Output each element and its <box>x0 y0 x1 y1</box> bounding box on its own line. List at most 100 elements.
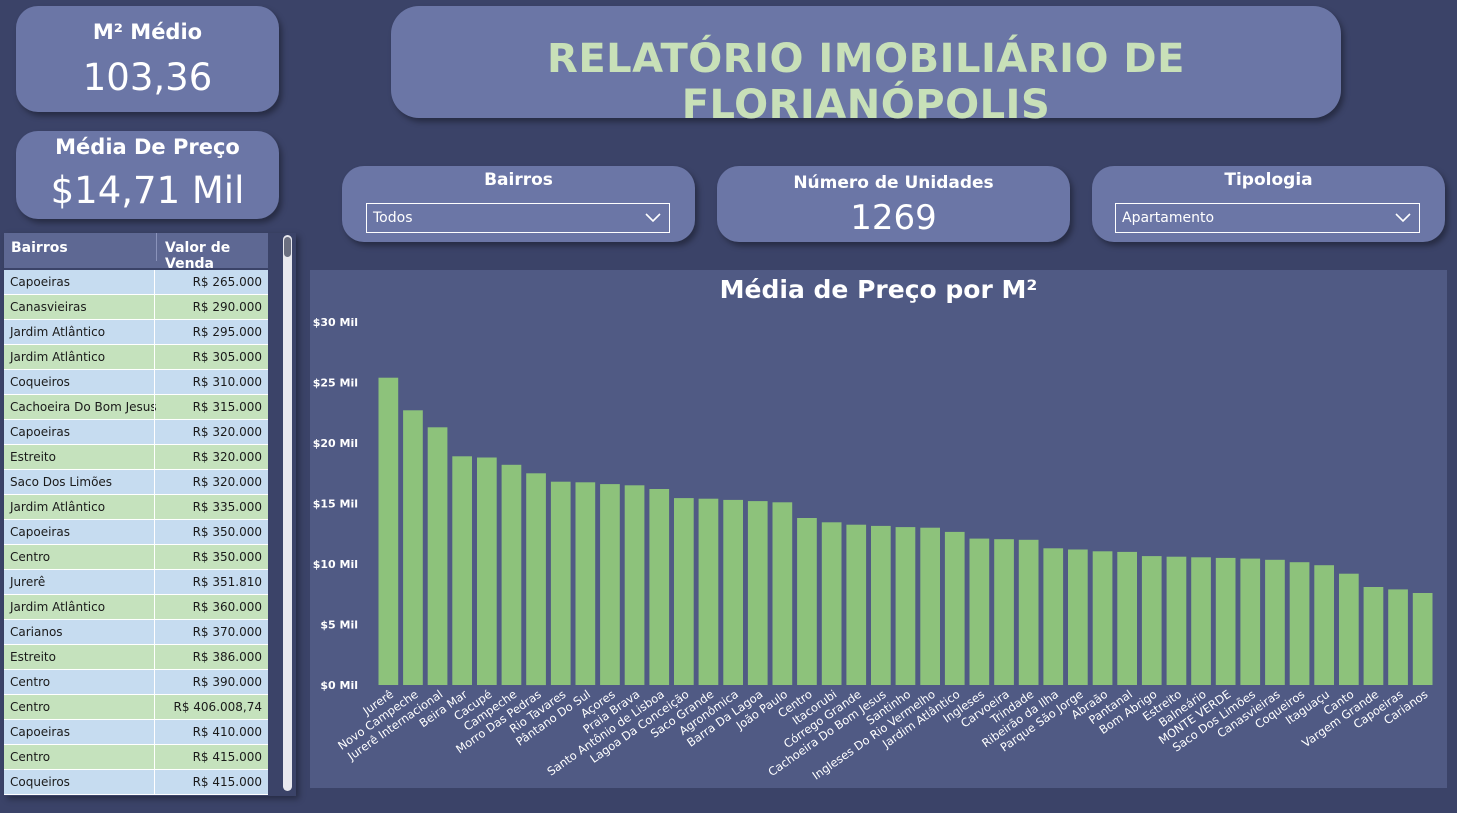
bar[interactable] <box>1018 539 1039 685</box>
table-row[interactable]: Centro R$ 390.000 <box>4 670 268 695</box>
filter-card-tipologia: Tipologia Apartamento <box>1092 166 1445 242</box>
bar[interactable] <box>674 498 694 685</box>
cell-valor: R$ 290.000 <box>192 300 262 314</box>
bar[interactable] <box>1166 556 1187 685</box>
bar[interactable] <box>649 489 670 685</box>
cell-divider <box>154 670 155 694</box>
cell-valor: R$ 335.000 <box>192 500 262 514</box>
cell-valor: R$ 310.000 <box>192 375 262 389</box>
cell-bairro: Jardim Atlântico <box>10 350 106 364</box>
bar[interactable] <box>1117 551 1137 685</box>
table-row[interactable]: Jardim Atlântico R$ 335.000 <box>4 495 268 520</box>
bar[interactable] <box>969 538 990 685</box>
cell-bairro: Centro <box>10 675 51 689</box>
cell-divider <box>154 545 155 569</box>
table-row[interactable]: Centro R$ 415.000 <box>4 745 268 770</box>
bar[interactable] <box>723 499 743 685</box>
bar[interactable] <box>797 518 817 685</box>
bar[interactable] <box>1314 565 1334 685</box>
table-row[interactable]: Coqueiros R$ 310.000 <box>4 370 268 395</box>
cell-bairro: Canasvieiras <box>10 300 87 314</box>
cell-valor: R$ 315.000 <box>192 400 262 414</box>
cell-valor: R$ 410.000 <box>192 725 262 739</box>
cell-divider <box>154 695 155 719</box>
table-row[interactable]: Centro R$ 406.008,74 <box>4 695 268 720</box>
bar[interactable] <box>575 482 596 685</box>
bar[interactable] <box>1412 593 1433 685</box>
kpi-units-title: Número de Unidades <box>793 173 994 193</box>
kpi-m2-title: M² Médio <box>92 20 203 44</box>
table-row[interactable]: Saco Dos Limões R$ 320.000 <box>4 470 268 495</box>
tipologia-dropdown[interactable]: Apartamento <box>1115 203 1420 233</box>
table-row[interactable]: Jardim Atlântico R$ 295.000 <box>4 320 268 345</box>
bar[interactable] <box>1141 556 1162 685</box>
table-row[interactable]: Capoeiras R$ 410.000 <box>4 720 268 745</box>
bar[interactable] <box>821 522 842 685</box>
table-row[interactable]: Estreito R$ 320.000 <box>4 445 268 470</box>
table-row[interactable]: Coqueiros R$ 415.000 <box>4 770 268 795</box>
table-scrollbar[interactable] <box>283 235 292 791</box>
bar[interactable] <box>772 502 793 685</box>
cell-valor: R$ 370.000 <box>192 625 262 639</box>
table-row[interactable]: Capoeiras R$ 265.000 <box>4 270 268 295</box>
bar[interactable] <box>452 456 472 685</box>
chart-panel: Média de Preço por M² $0 Mil $5 Mil $10 Mi… <box>310 270 1447 788</box>
table-row[interactable]: Carianos R$ 370.000 <box>4 620 268 645</box>
bar[interactable] <box>1265 559 1285 685</box>
table-row[interactable]: Capoeiras R$ 320.000 <box>4 420 268 445</box>
bar[interactable] <box>1043 548 1064 685</box>
bar[interactable] <box>378 377 399 685</box>
cell-divider <box>154 620 155 644</box>
bar[interactable] <box>600 484 620 685</box>
bar[interactable] <box>1092 551 1113 685</box>
cell-valor: R$ 320.000 <box>192 425 262 439</box>
table-row[interactable]: Jardim Atlântico R$ 360.000 <box>4 595 268 620</box>
bar[interactable] <box>846 524 867 685</box>
table-row[interactable]: Jurerê R$ 351.810 <box>4 570 268 595</box>
bar[interactable] <box>871 525 891 685</box>
cell-divider <box>154 370 155 394</box>
bar[interactable] <box>1215 557 1236 685</box>
bar[interactable] <box>403 410 423 685</box>
cell-valor: R$ 320.000 <box>192 450 262 464</box>
bar[interactable] <box>550 481 571 685</box>
bar[interactable] <box>624 485 645 685</box>
bar[interactable] <box>944 531 965 685</box>
bar[interactable] <box>1240 558 1261 685</box>
bar[interactable] <box>895 527 916 685</box>
column-header-valor[interactable]: Valor de Venda <box>156 233 268 272</box>
column-header-bairros[interactable]: Bairros <box>11 240 68 256</box>
bar[interactable] <box>427 427 448 685</box>
bar[interactable] <box>1289 562 1310 685</box>
table-scrollbar-thumb[interactable] <box>284 237 291 257</box>
bar[interactable] <box>501 464 522 685</box>
table-row[interactable]: Estreito R$ 386.000 <box>4 645 268 670</box>
cell-divider <box>154 470 155 494</box>
table-row[interactable]: Capoeiras R$ 350.000 <box>4 520 268 545</box>
cell-divider <box>154 720 155 744</box>
bar[interactable] <box>1068 549 1088 686</box>
table-row[interactable]: Canasvieiras R$ 290.000 <box>4 295 268 320</box>
table-row[interactable]: Centro R$ 350.000 <box>4 545 268 570</box>
cell-valor: R$ 265.000 <box>192 275 262 289</box>
table-row[interactable]: Jardim Atlântico R$ 305.000 <box>4 345 268 370</box>
bar[interactable] <box>526 473 546 686</box>
bar[interactable] <box>1191 557 1211 685</box>
bar[interactable] <box>1388 589 1408 685</box>
bar[interactable] <box>920 527 940 685</box>
table-row[interactable]: Cachoeira Do Bom Jesus R$ 315.000 <box>4 395 268 420</box>
bar[interactable] <box>747 501 768 685</box>
kpi-card-media-preco: Média De Preço $14,71 Mil <box>16 131 279 219</box>
cell-divider <box>154 295 155 319</box>
cell-bairro: Centro <box>10 750 51 764</box>
bar[interactable] <box>477 457 497 686</box>
bar[interactable] <box>698 498 719 685</box>
cell-divider <box>154 570 155 594</box>
bar[interactable] <box>994 539 1014 685</box>
bar[interactable] <box>1363 587 1384 685</box>
cell-valor: R$ 415.000 <box>192 750 262 764</box>
cell-bairro: Centro <box>10 700 51 714</box>
kpi-card-unidades: Número de Unidades 1269 <box>717 166 1070 242</box>
bar[interactable] <box>1339 573 1359 685</box>
bairros-dropdown[interactable]: Todos <box>366 203 670 233</box>
